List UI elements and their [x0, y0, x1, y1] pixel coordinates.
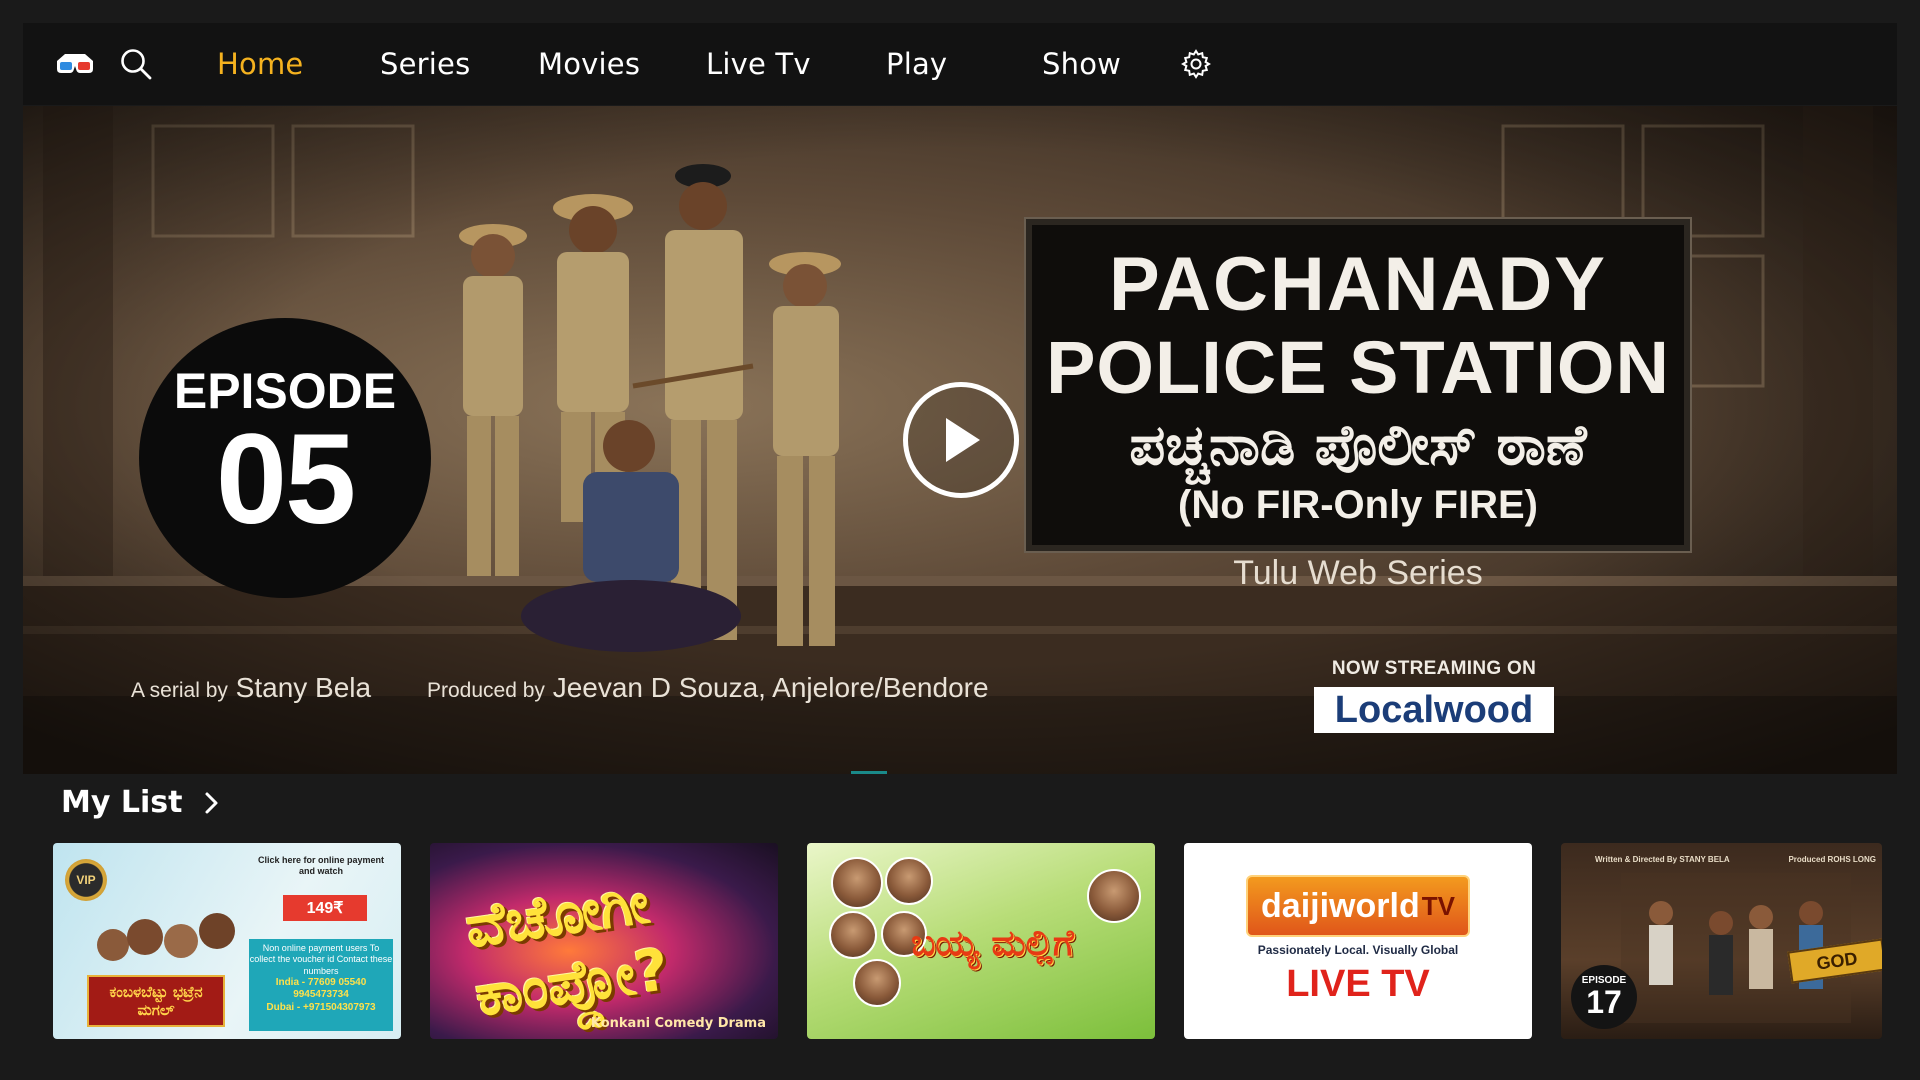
producer-credit-name: Jeevan D Souza, Anjelore/Bendore [552, 672, 989, 703]
card-subtitle: Konkani Comedy Drama [590, 1016, 766, 1031]
play-button[interactable] [903, 382, 1019, 498]
price-tag: 149₹ [283, 895, 367, 921]
episode-badge: EPISODE 17 [1571, 965, 1637, 1029]
daijiworld-brand-tv: TV [1421, 890, 1455, 921]
play-icon [946, 418, 980, 462]
cast-photo [885, 857, 933, 905]
cast-photo [831, 857, 883, 909]
card-title: ವೆಚೋಗೀ ಕಾಂಪ್ಡೋ? [461, 868, 673, 1030]
now-streaming-label: NOW STREAMING ON [1331, 658, 1537, 679]
localwood-logo-icon[interactable] [53, 42, 97, 86]
list-item[interactable]: ವೆಚೋಗೀ ಕಾಂಪ್ಡೋ? Konkani Comedy Drama [430, 843, 778, 1039]
cast-photo [853, 959, 901, 1007]
online-payment-text: Click here for online payment and watch [257, 855, 385, 876]
episode-badge: EPISODE 05 [139, 318, 431, 598]
vip-badge: VIP [65, 859, 107, 901]
cast-photo [829, 911, 877, 959]
episode-number: 17 [1586, 984, 1622, 1020]
show-title-board: PACHANADY POLICE STATION ಪಚ್ಚನಾಡಿ ಪೊಲೀಸ್… [1024, 217, 1692, 553]
nav-item-movies[interactable]: Movies [538, 23, 640, 105]
producer-credit: Produced by Jeevan D Souza, Anjelore/Ben… [427, 672, 989, 704]
carousel-progress-indicator [851, 771, 887, 774]
my-list-title: My List [61, 785, 183, 820]
list-item[interactable]: daijiworld TV Passionately Local. Visual… [1184, 843, 1532, 1039]
serial-credit-name: Stany Bela [235, 672, 372, 703]
show-title-kannada: ಪಚ್ಚನಾಡಿ ಪೊಲೀಸ್ ಠಾಣೆ [1129, 413, 1587, 478]
contact-india: India - 77609 05540 [275, 976, 367, 988]
daijiworld-logo: daijiworld TV [1246, 875, 1470, 937]
card-title: ಬಯ್ಯ ಮಲ್ಲಿಗೆ [911, 923, 1074, 964]
card-credits-left: Written & Directed By STANY BELA [1595, 855, 1730, 864]
card-cast-illustration [97, 913, 235, 961]
nav-item-show[interactable]: Show [1042, 23, 1121, 105]
nav-item-home[interactable]: Home [217, 23, 303, 105]
my-list-header[interactable]: My List [61, 785, 220, 820]
cast-photo [1087, 869, 1141, 923]
episode-number: 05 [215, 408, 356, 551]
show-subtitle: Tulu Web Series [1233, 554, 1483, 592]
nav-item-play[interactable]: Play [886, 23, 947, 105]
hero-banner[interactable]: EPISODE 05 PACHANADY POLICE STATION ಪಚ್ಚ… [23, 106, 1897, 774]
nav-item-live-tv[interactable]: Live Tv [706, 23, 811, 105]
card-tagline: Passionately Local. Visually Global [1257, 943, 1459, 957]
contact-info-box: Non online payment users To collect the … [249, 939, 393, 1031]
card-title: ಕಂಬಳಬೆಟ್ಟು ಭಟ್ರೆನ ಮಗಲ್ [87, 975, 225, 1027]
show-tagline: (No FIR-Only FIRE) [1178, 482, 1538, 527]
chevron-right-icon [205, 792, 218, 813]
show-title-line2: POLICE STATION [1046, 326, 1670, 409]
gear-icon[interactable] [1174, 42, 1218, 86]
card-credits-right: Produced ROHS LONG [1788, 855, 1876, 864]
contact-info-text: Non online payment users To collect the … [249, 943, 393, 976]
search-icon[interactable] [114, 42, 158, 86]
contact-india-2: 9945473734 [293, 989, 349, 1001]
show-title-line1: PACHANADY [1109, 242, 1607, 327]
list-item[interactable]: VIP Click here for online payment and wa… [53, 843, 401, 1039]
serial-credit: A serial by Stany Bela [131, 672, 371, 704]
top-navigation-bar: Home Series Movies Live Tv Play Show [23, 23, 1897, 105]
producer-credit-prefix: Produced by [427, 679, 545, 702]
list-item[interactable]: ಬಯ್ಯ ಮಲ್ಲಿಗೆ [807, 843, 1155, 1039]
list-item[interactable]: Written & Directed By STANY BELA Produce… [1561, 843, 1882, 1039]
localwood-brand-logo: Localwood [1314, 687, 1554, 733]
now-streaming-badge: NOW STREAMING ON Localwood [1314, 658, 1554, 733]
serial-credit-prefix: A serial by [131, 679, 228, 702]
nav-item-series[interactable]: Series [380, 23, 470, 105]
daijiworld-brand: daijiworld [1261, 886, 1420, 925]
live-tv-label: LIVE TV [1286, 963, 1430, 1005]
contact-dubai: Dubai - +971504307973 [266, 1001, 376, 1013]
